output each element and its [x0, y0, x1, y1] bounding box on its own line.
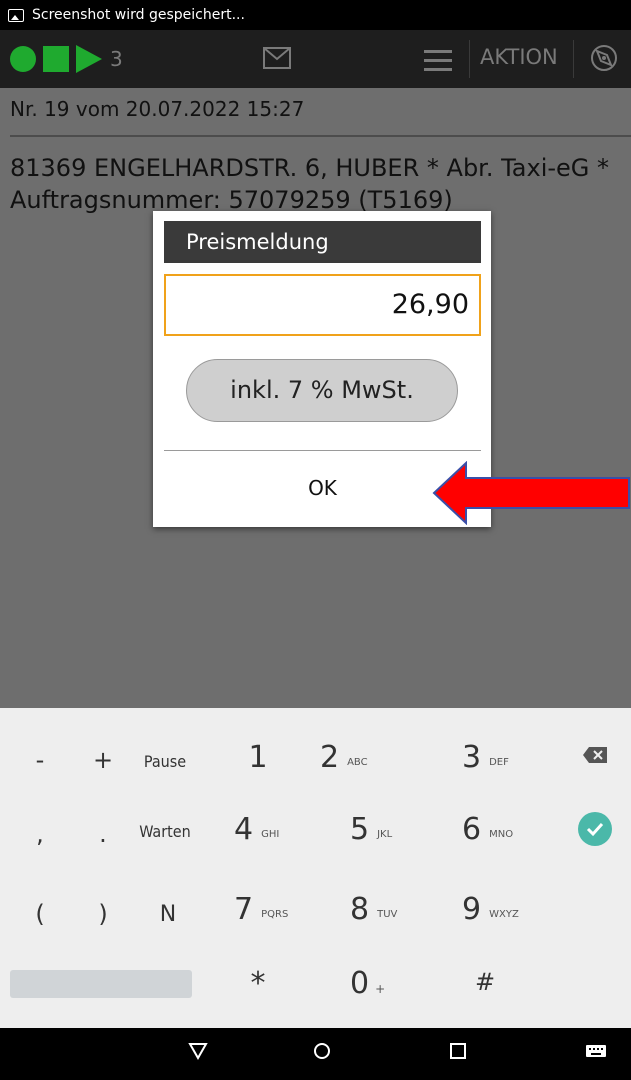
- key-0[interactable]: 0 +: [350, 966, 410, 1001]
- key-9-digit: 9: [462, 892, 482, 927]
- key-5-digit: 5: [350, 812, 370, 847]
- price-input[interactable]: 26,90: [164, 274, 481, 336]
- recents-icon[interactable]: [450, 1043, 466, 1059]
- key-8-digit: 8: [350, 892, 370, 927]
- key-hash[interactable]: #: [470, 968, 500, 996]
- key-4[interactable]: 4 GHI: [234, 812, 334, 847]
- aktion-button[interactable]: AKTION: [480, 45, 558, 69]
- key-2-letters: ABC: [347, 757, 368, 768]
- screenshot-icon: [8, 8, 24, 22]
- keyboard-icon[interactable]: [585, 1044, 607, 1058]
- key-warten[interactable]: Warten: [128, 822, 202, 841]
- key-3[interactable]: 3 DEF: [462, 740, 562, 775]
- key-7[interactable]: 7 PQRS: [234, 892, 334, 927]
- content-divider: [10, 135, 631, 137]
- status-bar: Screenshot wird gespeichert...: [0, 0, 631, 30]
- red-arrow-icon: [432, 461, 630, 525]
- backspace-icon[interactable]: [582, 746, 608, 764]
- order-address: 81369 ENGELHARDSTR. 6, HUBER * Abr. Taxi…: [10, 154, 610, 214]
- key-3-letters: DEF: [489, 757, 509, 768]
- key-2-digit: 2: [320, 740, 340, 775]
- key-paren-open[interactable]: (: [22, 900, 58, 928]
- key-7-letters: PQRS: [261, 909, 289, 920]
- navigation-bar: [0, 1028, 631, 1080]
- toolbar-separator: [573, 40, 574, 78]
- key-paren-close[interactable]: ): [85, 900, 121, 928]
- key-8[interactable]: 8 TUV: [350, 892, 450, 927]
- key-4-letters: GHI: [261, 829, 280, 840]
- key-1[interactable]: 1: [228, 740, 288, 775]
- space-key[interactable]: [10, 970, 192, 998]
- green-circle-icon[interactable]: [10, 46, 36, 72]
- key-0-plus: +: [375, 981, 386, 996]
- status-text: Screenshot wird gespeichert...: [32, 7, 245, 23]
- key-8-letters: TUV: [377, 909, 398, 920]
- key-9-letters: WXYZ: [489, 909, 519, 920]
- key-comma[interactable]: ,: [22, 820, 58, 848]
- key-plus[interactable]: +: [85, 746, 121, 774]
- home-icon[interactable]: [313, 1042, 331, 1060]
- numeric-keyboard: - + Pause 1 2 ABC 3 DEF , . Warten 4 GHI 5J…: [0, 708, 631, 1028]
- dialog-title: Preismeldung: [164, 221, 481, 263]
- key-star[interactable]: *: [238, 966, 278, 1001]
- key-n[interactable]: N: [148, 902, 188, 927]
- confirm-check-icon[interactable]: [578, 812, 612, 846]
- key-5-letters: JKL: [377, 829, 393, 840]
- key-pause[interactable]: Pause: [133, 752, 197, 771]
- mail-icon[interactable]: [263, 47, 291, 69]
- key-1-digit: 1: [248, 740, 268, 775]
- key-period[interactable]: .: [85, 820, 121, 848]
- key-5[interactable]: 5 JKL: [350, 812, 450, 847]
- key-3-digit: 3: [462, 740, 482, 775]
- key-minus[interactable]: -: [22, 746, 58, 774]
- back-icon[interactable]: [188, 1042, 208, 1060]
- key-2[interactable]: 2 ABC: [320, 740, 420, 775]
- key-6-letters: MNO: [489, 829, 514, 840]
- toolbar: 3 AKTION: [0, 30, 631, 88]
- mwst-button[interactable]: inkl. 7 % MwSt.: [186, 359, 458, 422]
- status-count: 3: [110, 47, 123, 71]
- hamburger-menu-icon[interactable]: [424, 50, 452, 77]
- key-6-digit: 6: [462, 812, 482, 847]
- toolbar-separator: [469, 40, 470, 78]
- green-square-icon[interactable]: [43, 46, 69, 72]
- key-7-digit: 7: [234, 892, 254, 927]
- compass-icon[interactable]: [590, 44, 618, 72]
- key-9[interactable]: 9 WXYZ: [462, 892, 572, 927]
- green-play-icon[interactable]: [76, 45, 102, 73]
- key-6[interactable]: 6 MNO: [462, 812, 562, 847]
- key-0-digit: 0: [350, 966, 370, 1001]
- order-number: Nr. 19 vom 20.07.2022 15:27: [10, 97, 305, 121]
- dialog-divider: [164, 450, 481, 451]
- key-4-digit: 4: [234, 812, 254, 847]
